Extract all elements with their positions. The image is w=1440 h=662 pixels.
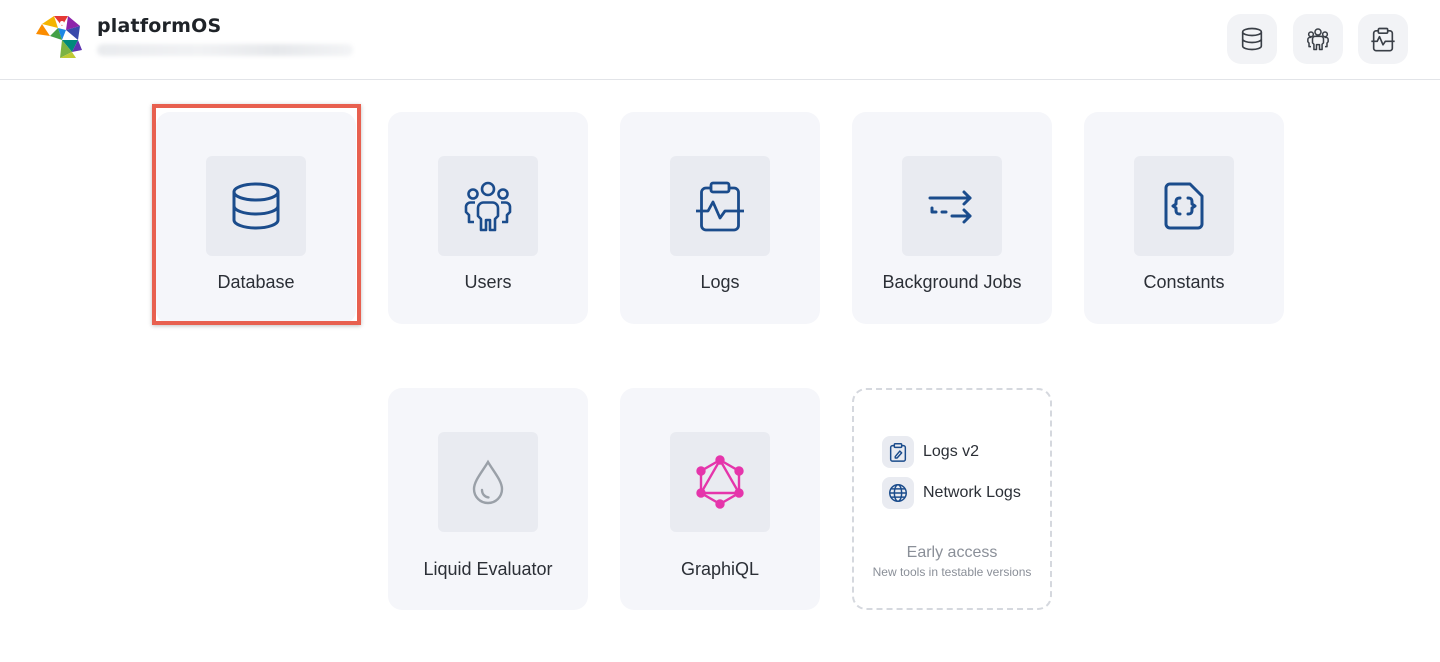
- early-access-subtitle: New tools in testable versions: [872, 565, 1032, 579]
- early-item-logs-v2[interactable]: Logs v2: [882, 436, 979, 468]
- tile-icon-box: [206, 156, 306, 256]
- database-icon: [232, 182, 280, 230]
- tile-database[interactable]: Database: [156, 112, 356, 324]
- tile-label: GraphiQL: [680, 559, 760, 579]
- tile-label: Liquid Evaluator: [423, 559, 553, 579]
- logs-icon: [1371, 27, 1395, 52]
- early-item-label: Logs v2: [923, 443, 980, 460]
- logs-icon: [696, 181, 744, 232]
- tile-icon-box: [670, 156, 770, 256]
- mini-icon-box: [882, 436, 914, 468]
- database-icon: [1241, 27, 1263, 51]
- brand-name: platformOS: [97, 15, 222, 37]
- early-access-panel: Logs v2 Network Logs Early access New to…: [852, 388, 1052, 610]
- constants-icon: [1164, 182, 1204, 230]
- header-database-button[interactable]: [1227, 14, 1277, 64]
- platformos-logo-icon[interactable]: [32, 12, 84, 60]
- users-icon: [1307, 28, 1329, 51]
- early-item-network-logs[interactable]: Network Logs: [882, 477, 1021, 509]
- tile-constants[interactable]: Constants: [1084, 112, 1284, 324]
- tile-logs[interactable]: Logs: [620, 112, 820, 324]
- app-header: platformOS: [0, 0, 1440, 80]
- globe-icon: [889, 484, 907, 502]
- tile-icon-box: [438, 432, 538, 532]
- logs-v2-icon: [889, 443, 907, 462]
- liquid-drop-icon: [472, 459, 504, 505]
- background-jobs-icon: [928, 190, 972, 224]
- tile-label: Constants: [1143, 272, 1225, 292]
- tile-icon-box: [902, 156, 1002, 256]
- tile-label: Logs: [700, 272, 740, 292]
- tile-liquid-evaluator[interactable]: Liquid Evaluator: [388, 388, 588, 610]
- graphql-icon: [696, 455, 744, 509]
- users-icon: [464, 181, 512, 232]
- instance-url-blurred: [97, 44, 353, 56]
- header-logs-button[interactable]: [1358, 14, 1408, 64]
- early-item-label: Network Logs: [923, 484, 1021, 501]
- tile-icon-box: [1134, 156, 1234, 256]
- tile-label: Users: [464, 272, 512, 292]
- mini-icon-box: [882, 477, 914, 509]
- tile-users[interactable]: Users: [388, 112, 588, 324]
- tile-label: Database: [217, 272, 295, 292]
- tile-background-jobs[interactable]: Background Jobs: [852, 112, 1052, 324]
- early-access-title: Early access: [906, 544, 998, 561]
- header-users-button[interactable]: [1293, 14, 1343, 64]
- tile-label: Background Jobs: [882, 272, 1022, 292]
- tile-icon-box: [670, 432, 770, 532]
- tile-graphiql[interactable]: GraphiQL: [620, 388, 820, 610]
- tile-icon-box: [438, 156, 538, 256]
